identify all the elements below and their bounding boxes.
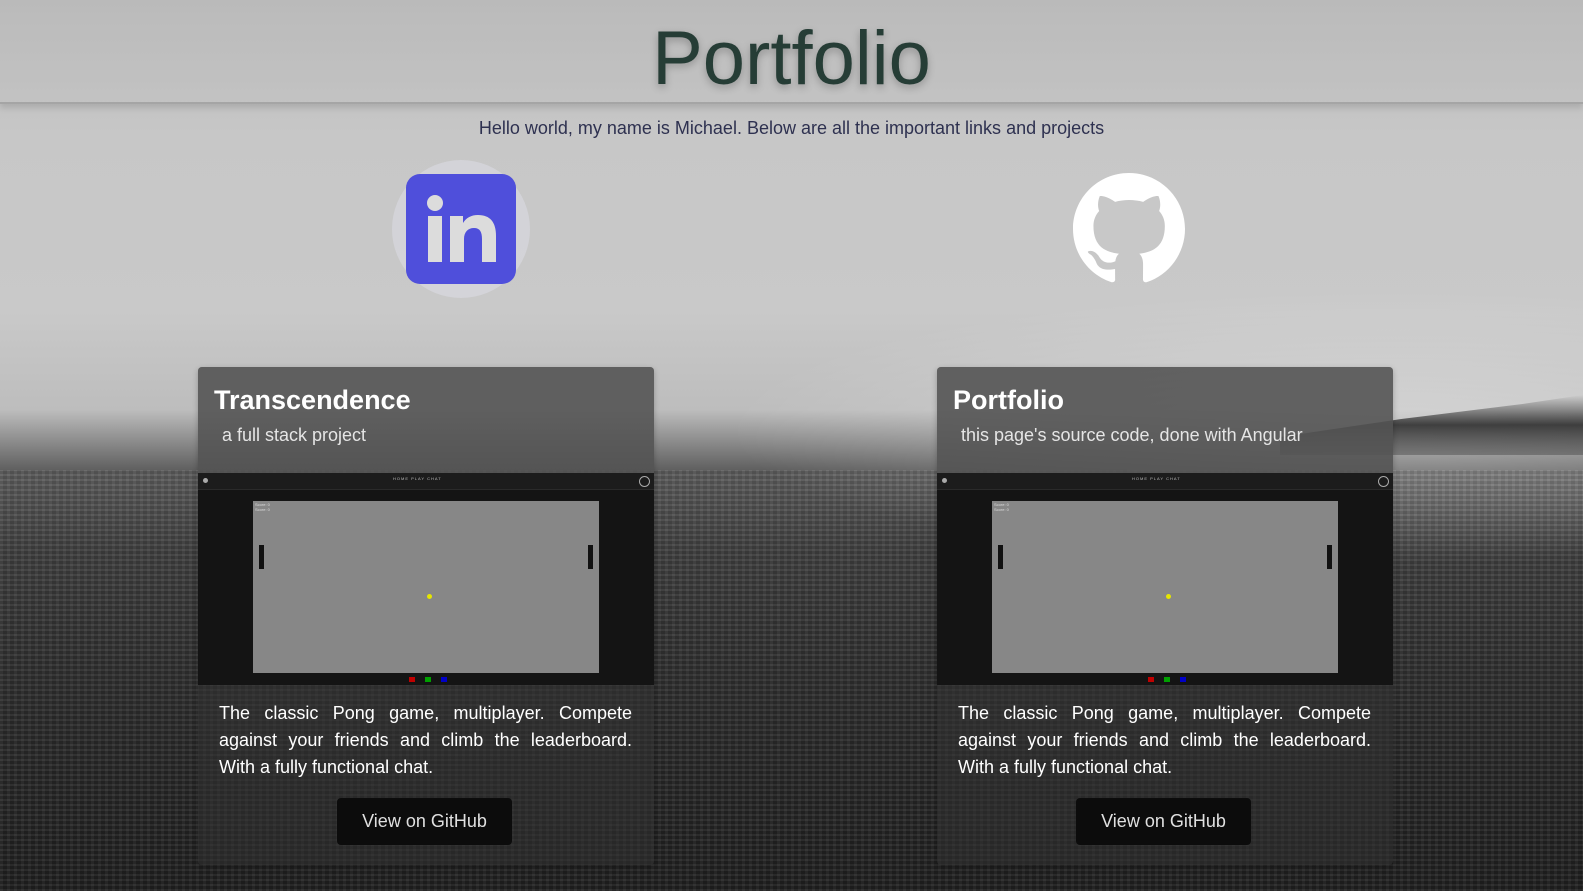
color-swatches xyxy=(1148,677,1186,682)
blue-swatch xyxy=(441,677,447,682)
card-subtitle: this page's source code, done with Angul… xyxy=(961,425,1303,445)
screenshot-user-icon xyxy=(639,476,650,487)
screenshot-nav-links: HOME PLAY CHAT xyxy=(393,476,442,481)
pong-ball xyxy=(427,594,432,599)
screenshot-navbar: HOME PLAY CHAT xyxy=(198,473,654,490)
github-link[interactable] xyxy=(1060,160,1198,298)
screenshot-navbar: HOME PLAY CHAT xyxy=(937,473,1393,490)
red-swatch xyxy=(1148,677,1154,682)
screenshot-logo-icon xyxy=(942,478,947,483)
page-title: Portfolio xyxy=(652,16,931,101)
linkedin-icon xyxy=(406,174,516,284)
left-paddle xyxy=(998,545,1003,569)
blue-swatch xyxy=(1180,677,1186,682)
card-title: Transcendence xyxy=(214,385,411,415)
card-header: Portfolio this page's source code, done … xyxy=(937,367,1393,473)
color-swatches xyxy=(409,677,447,682)
project-card-transcendence: Transcendence a full stack project HOME … xyxy=(198,367,654,865)
pong-field: Score: 0 Score: 0 xyxy=(992,501,1338,673)
intro-text: Hello world, my name is Michael. Below a… xyxy=(478,118,1105,138)
screenshot-logo-icon xyxy=(203,478,208,483)
left-paddle xyxy=(259,545,264,569)
project-card-portfolio: Portfolio this page's source code, done … xyxy=(937,367,1393,865)
card-subtitle: a full stack project xyxy=(222,425,367,445)
green-swatch xyxy=(425,677,431,682)
screenshot-nav-links: HOME PLAY CHAT xyxy=(1132,476,1181,481)
pong-field: Score: 0 Score: 0 xyxy=(253,501,599,673)
card-header: Transcendence a full stack project xyxy=(198,367,654,473)
project-screenshot: HOME PLAY CHAT Score: 0 Score: 0 xyxy=(198,473,654,685)
screenshot-user-icon xyxy=(1378,476,1389,487)
project-screenshot: HOME PLAY CHAT Score: 0 Score: 0 xyxy=(937,473,1393,685)
right-paddle xyxy=(1327,545,1332,569)
view-on-github-button[interactable]: View on GitHub xyxy=(337,798,512,845)
card-title: Portfolio xyxy=(953,385,1064,415)
linkedin-link[interactable] xyxy=(392,160,530,298)
card-description: The classic Pong game, multiplayer. Comp… xyxy=(958,703,1371,777)
right-paddle xyxy=(588,545,593,569)
view-on-github-button[interactable]: View on GitHub xyxy=(1076,798,1251,845)
github-icon xyxy=(1073,173,1185,283)
card-description: The classic Pong game, multiplayer. Comp… xyxy=(219,703,632,777)
green-swatch xyxy=(1164,677,1170,682)
pong-score: Score: 0 Score: 0 xyxy=(255,502,270,512)
pong-ball xyxy=(1166,594,1171,599)
red-swatch xyxy=(409,677,415,682)
pong-score: Score: 0 Score: 0 xyxy=(994,502,1009,512)
